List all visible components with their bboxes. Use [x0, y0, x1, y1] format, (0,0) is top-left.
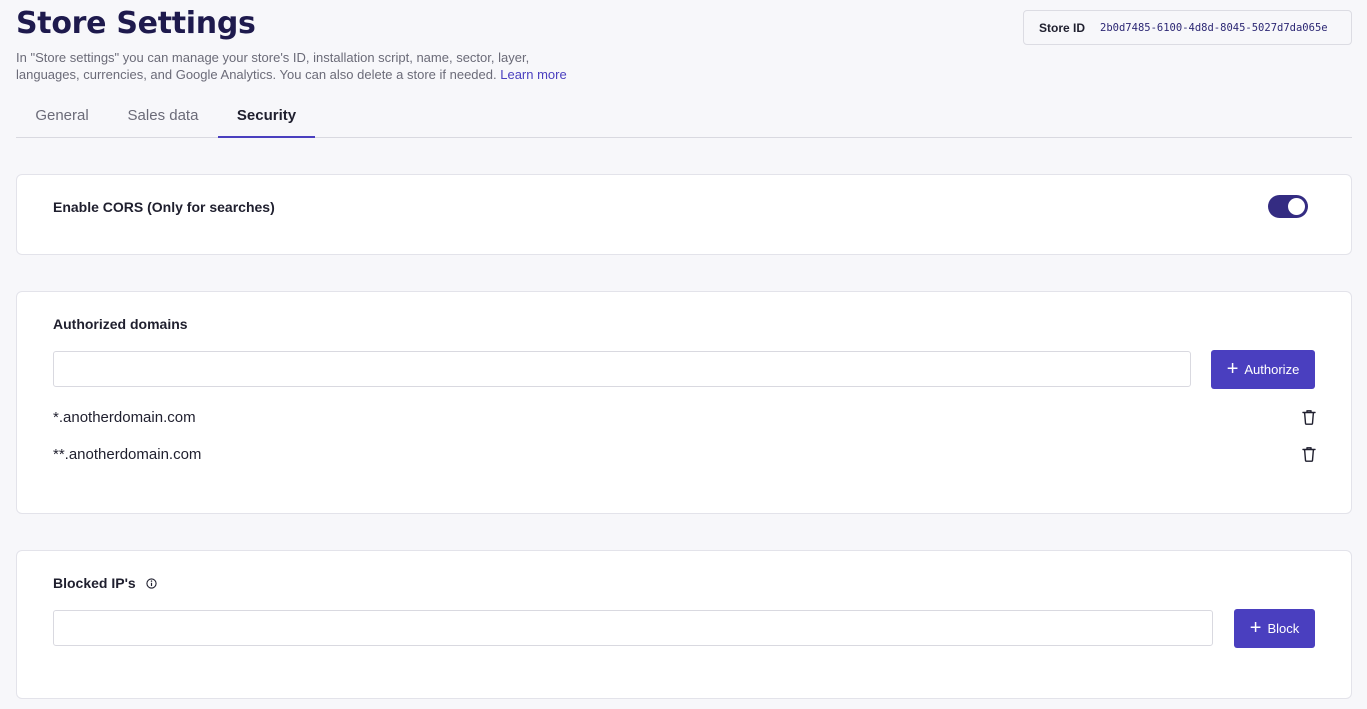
store-id-box: Store ID 2b0d7485-6100-4d8d-8045-5027d7d… — [1023, 10, 1352, 45]
trash-icon[interactable] — [1301, 445, 1317, 463]
authorize-button[interactable]: + Authorize — [1211, 350, 1315, 389]
plus-icon: + — [1249, 616, 1262, 639]
authorize-button-label: Authorize — [1244, 362, 1300, 377]
domain-row: *.anotherdomain.com — [53, 406, 1317, 428]
page-description: In "Store settings" you can manage your … — [16, 49, 596, 83]
tab-general[interactable]: General — [16, 98, 108, 138]
domain-text: *.anotherdomain.com — [53, 408, 196, 426]
plus-icon: + — [1226, 357, 1239, 380]
authorized-domains-card: Authorized domains + Authorize *.another… — [16, 291, 1352, 514]
store-settings-page: Store Settings In "Store settings" you c… — [0, 0, 1367, 709]
block-button-label: Block — [1267, 621, 1300, 636]
blocked-ips-title-row: Blocked IP's — [53, 575, 157, 591]
blocked-ips-title: Blocked IP's — [53, 575, 136, 591]
cors-card: Enable CORS (Only for searches) — [16, 174, 1352, 255]
block-button[interactable]: + Block — [1234, 609, 1315, 648]
settings-tabs: General Sales data Security — [16, 98, 1352, 138]
trash-icon[interactable] — [1301, 408, 1317, 426]
store-id-label: Store ID — [1039, 20, 1086, 35]
toggle-knob — [1288, 198, 1305, 215]
cors-toggle[interactable] — [1268, 195, 1308, 218]
cors-label: Enable CORS (Only for searches) — [53, 199, 275, 215]
tab-security[interactable]: Security — [218, 98, 315, 138]
store-id-value[interactable]: 2b0d7485-6100-4d8d-8045-5027d7da065e — [1100, 22, 1328, 34]
blocked-ip-input[interactable] — [53, 610, 1213, 646]
domain-row: **.anotherdomain.com — [53, 443, 1317, 465]
blocked-ips-card: Blocked IP's + Block — [16, 550, 1352, 699]
domain-text: **.anotherdomain.com — [53, 445, 202, 463]
page-title: Store Settings — [16, 6, 256, 41]
learn-more-link[interactable]: Learn more — [500, 67, 566, 82]
info-icon[interactable] — [145, 578, 157, 589]
tab-sales-data[interactable]: Sales data — [108, 98, 218, 138]
description-text: In "Store settings" you can manage your … — [16, 50, 530, 82]
authorized-domain-input[interactable] — [53, 351, 1191, 387]
authorized-domains-title: Authorized domains — [53, 316, 188, 332]
